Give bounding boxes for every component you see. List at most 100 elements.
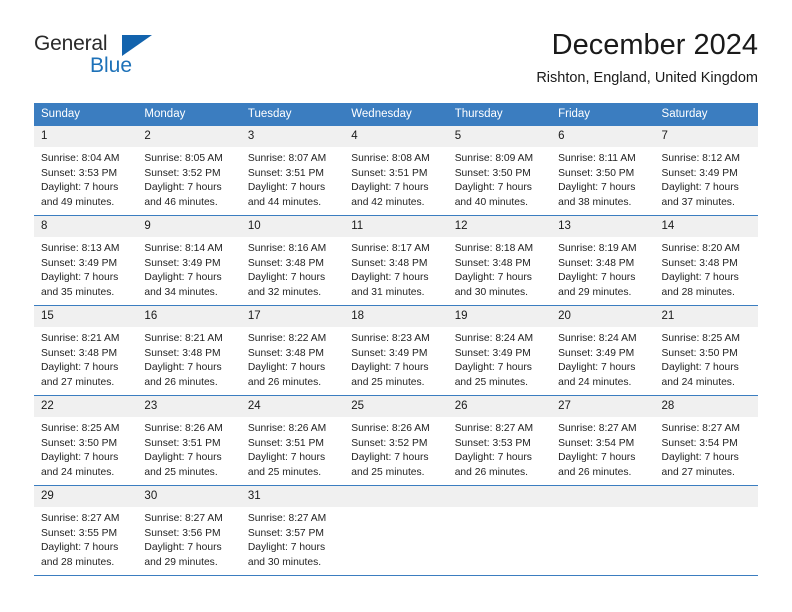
day-cell-inner: 22 Sunrise: 8:25 AM Sunset: 3:50 PM Dayligh… xyxy=(34,396,138,485)
calendar-day-cell[interactable]: 31 Sunrise: 8:27 AM Sunset: 3:57 PM Dayligh… xyxy=(240,485,345,575)
sunrise-text: Sunrise: 8:12 AM xyxy=(661,153,740,164)
daylight-text-line1: Daylight: 7 hours xyxy=(558,182,636,194)
sunset-text: Sunset: 3:49 PM xyxy=(454,347,531,359)
calendar-day-cell[interactable]: 28 Sunrise: 8:27 AM Sunset: 3:54 PM Dayligh… xyxy=(654,395,758,486)
sunset-text: Sunset: 3:50 PM xyxy=(661,347,738,359)
calendar-day-cell[interactable]: 22 Sunrise: 8:25 AM Sunset: 3:50 PM Dayligh… xyxy=(34,395,138,486)
day-sun-info: Sunrise: 8:12 AM Sunset: 3:49 PM Daylight:… xyxy=(655,147,758,210)
calendar-day-cell[interactable]: 5 Sunrise: 8:09 AM Sunset: 3:50 PM Daylight… xyxy=(447,125,552,216)
sunset-text: Sunset: 3:48 PM xyxy=(41,347,118,359)
calendar-day-cell[interactable]: 24 Sunrise: 8:26 AM Sunset: 3:51 PM Dayligh… xyxy=(240,395,345,486)
sunset-text: Sunset: 3:48 PM xyxy=(351,257,428,269)
daylight-text-line2: and 25 minutes. xyxy=(351,466,425,478)
calendar-day-cell[interactable]: 15 Sunrise: 8:21 AM Sunset: 3:48 PM Dayligh… xyxy=(34,305,138,396)
daylight-text-line1: Daylight: 7 hours xyxy=(558,362,636,374)
day-number: 13 xyxy=(551,216,655,237)
daylight-text-line2: and 24 minutes. xyxy=(661,376,735,388)
daylight-text-line1: Daylight: 7 hours xyxy=(558,272,636,284)
day-sun-info: Sunrise: 8:27 AM Sunset: 3:57 PM Daylight:… xyxy=(241,507,344,570)
calendar-day-cell[interactable]: 18 Sunrise: 8:23 AM Sunset: 3:49 PM Dayligh… xyxy=(344,305,448,396)
day-number: 22 xyxy=(34,396,138,417)
sunrise-text: Sunrise: 8:19 AM xyxy=(558,243,637,254)
calendar-day-cell[interactable]: 19 Sunrise: 8:24 AM Sunset: 3:49 PM Dayligh… xyxy=(447,305,552,396)
daylight-text-line1: Daylight: 7 hours xyxy=(144,182,222,194)
day-cell-inner: 11 Sunrise: 8:17 AM Sunset: 3:48 PM Dayligh… xyxy=(344,216,448,305)
daylight-text-line1: Daylight: 7 hours xyxy=(661,272,739,284)
calendar-day-cell[interactable]: 1 Sunrise: 8:04 AM Sunset: 3:53 PM Daylight… xyxy=(34,125,138,216)
calendar-day-cell[interactable]: 12 Sunrise: 8:18 AM Sunset: 3:48 PM Dayligh… xyxy=(447,215,552,306)
calendar-day-cell[interactable]: 21 Sunrise: 8:25 AM Sunset: 3:50 PM Dayligh… xyxy=(654,305,758,396)
sunset-text: Sunset: 3:51 PM xyxy=(144,437,221,449)
daylight-text-line1: Daylight: 7 hours xyxy=(144,362,222,374)
daylight-text-line2: and 32 minutes. xyxy=(247,286,322,298)
sunset-text: Sunset: 3:49 PM xyxy=(351,347,428,359)
calendar-day-cell[interactable]: 30 Sunrise: 8:27 AM Sunset: 3:56 PM Dayligh… xyxy=(137,485,241,575)
weekday-header-tuesday: Tuesday xyxy=(240,103,345,126)
calendar-day-cell[interactable]: 7 Sunrise: 8:12 AM Sunset: 3:49 PM Daylight… xyxy=(654,125,758,216)
day-number: 2 xyxy=(137,126,241,147)
daylight-text-line2: and 29 minutes. xyxy=(144,556,218,568)
calendar-day-cell[interactable]: 6 Sunrise: 8:11 AM Sunset: 3:50 PM Daylight… xyxy=(551,125,655,216)
general-blue-logo[interactable]: General Blue xyxy=(34,32,174,84)
sunrise-text: Sunrise: 8:05 AM xyxy=(144,153,223,164)
calendar-day-cell[interactable]: 16 Sunrise: 8:21 AM Sunset: 3:48 PM Dayligh… xyxy=(137,305,241,396)
sunrise-text: Sunrise: 8:21 AM xyxy=(41,333,120,344)
day-sun-info: Sunrise: 8:26 AM Sunset: 3:51 PM Daylight:… xyxy=(137,417,240,480)
sunset-text: Sunset: 3:50 PM xyxy=(41,437,118,449)
calendar-day-cell[interactable]: 2 Sunrise: 8:05 AM Sunset: 3:52 PM Daylight… xyxy=(137,125,241,216)
day-number: 30 xyxy=(137,486,241,507)
sunset-text: Sunset: 3:49 PM xyxy=(41,257,118,269)
calendar-day-cell[interactable]: 10 Sunrise: 8:16 AM Sunset: 3:48 PM Dayligh… xyxy=(240,215,345,306)
daylight-text-line2: and 24 minutes. xyxy=(558,376,632,388)
daylight-text-line1: Daylight: 7 hours xyxy=(351,452,429,464)
daylight-text-line1: Daylight: 7 hours xyxy=(351,272,429,284)
calendar-day-cell[interactable]: 23 Sunrise: 8:26 AM Sunset: 3:51 PM Dayligh… xyxy=(137,395,241,486)
daylight-text-line2: and 26 minutes. xyxy=(558,466,632,478)
sunrise-text: Sunrise: 8:14 AM xyxy=(144,243,223,254)
calendar-day-cell[interactable]: 26 Sunrise: 8:27 AM Sunset: 3:53 PM Dayligh… xyxy=(447,395,552,486)
calendar-day-cell[interactable]: 27 Sunrise: 8:27 AM Sunset: 3:54 PM Dayligh… xyxy=(551,395,655,486)
day-cell-inner: 31 Sunrise: 8:27 AM Sunset: 3:57 PM Dayligh… xyxy=(240,486,345,575)
daylight-text-line2: and 35 minutes. xyxy=(41,286,115,298)
day-cell-inner xyxy=(447,486,552,575)
calendar-day-cell[interactable]: 3 Sunrise: 8:07 AM Sunset: 3:51 PM Daylight… xyxy=(240,125,345,216)
day-cell-inner xyxy=(654,486,758,575)
calendar-day-cell[interactable]: 8 Sunrise: 8:13 AM Sunset: 3:49 PM Daylight… xyxy=(34,215,138,306)
day-number: 6 xyxy=(551,126,655,147)
day-number: 4 xyxy=(344,126,448,147)
daylight-text-line1: Daylight: 7 hours xyxy=(351,182,429,194)
day-number: 7 xyxy=(654,126,758,147)
calendar-day-cell[interactable]: 20 Sunrise: 8:24 AM Sunset: 3:49 PM Dayligh… xyxy=(551,305,655,396)
calendar-day-cell[interactable]: 11 Sunrise: 8:17 AM Sunset: 3:48 PM Dayligh… xyxy=(344,215,448,306)
sunset-text: Sunset: 3:51 PM xyxy=(247,437,324,449)
calendar-day-cell[interactable]: 17 Sunrise: 8:22 AM Sunset: 3:48 PM Dayligh… xyxy=(240,305,345,396)
daylight-text-line1: Daylight: 7 hours xyxy=(454,182,532,194)
calendar-day-cell[interactable]: 13 Sunrise: 8:19 AM Sunset: 3:48 PM Dayligh… xyxy=(551,215,655,306)
day-cell-inner: 3 Sunrise: 8:07 AM Sunset: 3:51 PM Daylight… xyxy=(240,126,345,215)
calendar-day-cell[interactable]: 14 Sunrise: 8:20 AM Sunset: 3:48 PM Dayligh… xyxy=(654,215,758,306)
day-cell-inner: 24 Sunrise: 8:26 AM Sunset: 3:51 PM Dayligh… xyxy=(240,396,345,485)
day-number xyxy=(344,486,448,507)
day-sun-info: Sunrise: 8:17 AM Sunset: 3:48 PM Daylight:… xyxy=(344,237,447,300)
day-cell-inner xyxy=(344,486,448,575)
day-cell-inner: 12 Sunrise: 8:18 AM Sunset: 3:48 PM Dayligh… xyxy=(447,216,552,305)
day-sun-info: Sunrise: 8:16 AM Sunset: 3:48 PM Daylight:… xyxy=(241,237,344,300)
day-number: 1 xyxy=(34,126,138,147)
calendar-day-cell[interactable]: 29 Sunrise: 8:27 AM Sunset: 3:55 PM Dayligh… xyxy=(34,485,138,575)
day-number: 29 xyxy=(34,486,138,507)
sunrise-text: Sunrise: 8:24 AM xyxy=(454,333,534,344)
daylight-text-line2: and 25 minutes. xyxy=(247,466,322,478)
day-cell-inner: 10 Sunrise: 8:16 AM Sunset: 3:48 PM Dayligh… xyxy=(240,216,345,305)
sunrise-text: Sunrise: 8:27 AM xyxy=(144,513,223,524)
day-number: 14 xyxy=(654,216,758,237)
calendar-day-cell[interactable]: 4 Sunrise: 8:08 AM Sunset: 3:51 PM Daylight… xyxy=(344,125,448,216)
calendar-day-cell xyxy=(447,485,552,575)
day-sun-info: Sunrise: 8:25 AM Sunset: 3:50 PM Daylight:… xyxy=(655,327,758,390)
daylight-text-line2: and 28 minutes. xyxy=(661,286,735,298)
day-number xyxy=(447,486,552,507)
calendar-day-cell[interactable]: 9 Sunrise: 8:14 AM Sunset: 3:49 PM Daylight… xyxy=(137,215,241,306)
sunrise-text: Sunrise: 8:25 AM xyxy=(661,333,740,344)
day-number xyxy=(551,486,655,507)
calendar-day-cell[interactable]: 25 Sunrise: 8:26 AM Sunset: 3:52 PM Dayligh… xyxy=(344,395,448,486)
day-cell-inner: 26 Sunrise: 8:27 AM Sunset: 3:53 PM Dayligh… xyxy=(447,396,552,485)
